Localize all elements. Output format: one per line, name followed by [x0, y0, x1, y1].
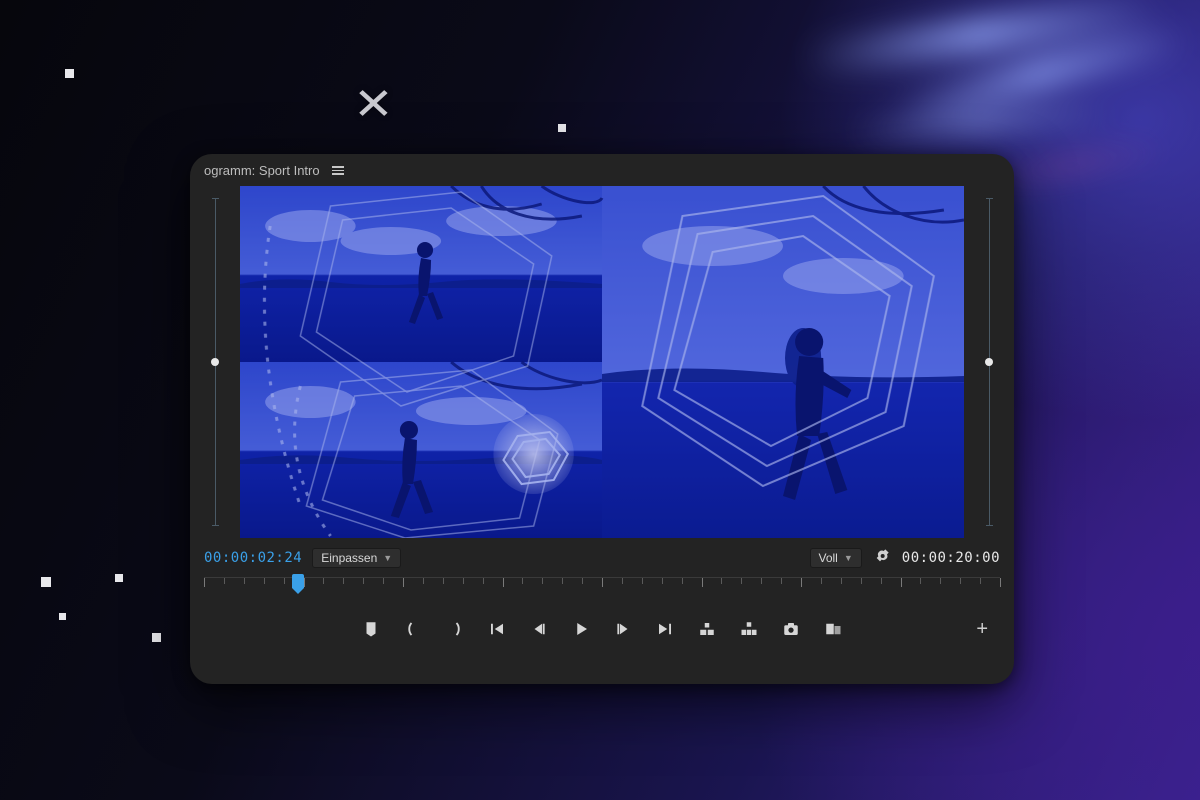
particle [59, 613, 66, 620]
settings-icon[interactable] [872, 546, 892, 569]
particle [41, 577, 51, 587]
zoom-slider-right[interactable] [964, 186, 1014, 538]
step-back-button[interactable] [528, 618, 550, 640]
time-ruler[interactable] [204, 577, 1000, 603]
particle [115, 574, 123, 582]
transport-bar: + [204, 603, 1000, 655]
video-canvas[interactable] [240, 186, 964, 538]
comparison-view-button[interactable] [822, 618, 844, 640]
chevron-down-icon: ▼ [844, 553, 853, 563]
play-button[interactable] [570, 618, 592, 640]
export-frame-button[interactable] [780, 618, 802, 640]
chevron-down-icon: ▼ [383, 553, 392, 563]
decorative-x-icon: ✕ [353, 79, 394, 130]
go-to-in-button[interactable] [486, 618, 508, 640]
duration-timecode: 00:00:20:00 [902, 550, 1000, 566]
zoom-slider-left[interactable] [190, 186, 240, 538]
program-monitor-panel: ogramm: Sport Intro [190, 154, 1014, 684]
current-timecode[interactable]: 00:00:02:24 [204, 550, 302, 566]
go-to-out-button[interactable] [654, 618, 676, 640]
particle [558, 124, 566, 132]
lift-button[interactable] [696, 618, 718, 640]
extract-button[interactable] [738, 618, 760, 640]
panel-header: ogramm: Sport Intro [190, 154, 1014, 186]
mark-in-button[interactable] [402, 618, 424, 640]
particle [152, 633, 161, 642]
zoom-dropdown-label: Einpassen [321, 551, 377, 565]
resolution-dropdown-label: Voll [819, 551, 838, 565]
particle [65, 69, 74, 78]
zoom-dropdown[interactable]: Einpassen ▼ [312, 548, 401, 568]
playhead-icon[interactable] [292, 574, 304, 588]
panel-title: ogramm: Sport Intro [204, 163, 320, 178]
panel-menu-icon[interactable] [330, 164, 346, 177]
resolution-dropdown[interactable]: Voll ▼ [810, 548, 862, 568]
step-forward-button[interactable] [612, 618, 634, 640]
button-editor-icon[interactable]: + [976, 618, 988, 641]
add-marker-button[interactable] [360, 618, 382, 640]
mark-out-button[interactable] [444, 618, 466, 640]
